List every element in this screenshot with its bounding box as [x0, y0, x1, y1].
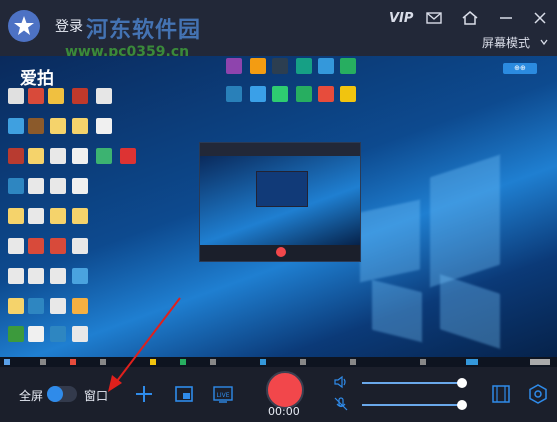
desktop-icon[interactable]: [50, 268, 66, 284]
desktop-icon[interactable]: [226, 58, 242, 74]
light-beam: [360, 199, 420, 283]
desktop-icon[interactable]: [250, 58, 266, 74]
desktop-icon[interactable]: [50, 148, 66, 164]
taskbar-icon[interactable]: [350, 359, 356, 365]
desktop-icon[interactable]: [340, 58, 356, 74]
close-icon[interactable]: [531, 9, 549, 27]
desktop-icon[interactable]: [72, 208, 88, 224]
desktop-icon[interactable]: [226, 86, 242, 102]
desktop-icon[interactable]: [72, 268, 88, 284]
live-icon[interactable]: LIVE: [212, 383, 234, 405]
settings-icon[interactable]: [527, 383, 549, 405]
avatar[interactable]: [8, 10, 40, 42]
taskbar-icon[interactable]: [4, 359, 10, 365]
taskbar-icon[interactable]: [70, 359, 76, 365]
microphone-volume-slider[interactable]: [362, 404, 465, 406]
watermark-title: 河东软件园: [86, 18, 202, 43]
desktop-icon[interactable]: [28, 118, 44, 134]
light-beam: [430, 154, 500, 288]
toggle-knob: [47, 386, 63, 402]
desktop-icon[interactable]: [28, 88, 44, 104]
svg-text:LIVE: LIVE: [216, 392, 229, 399]
taskbar-icon[interactable]: [466, 359, 478, 365]
light-beam: [440, 274, 500, 349]
desktop-icon[interactable]: [8, 118, 24, 134]
taskbar-icon[interactable]: [300, 359, 306, 365]
desktop-icon[interactable]: [8, 238, 24, 254]
desktop-icon[interactable]: [28, 148, 44, 164]
desktop-icon[interactable]: [72, 118, 88, 134]
desktop-icon[interactable]: [120, 148, 136, 164]
chevron-down-icon[interactable]: [540, 38, 548, 46]
vip-button[interactable]: VIP: [389, 11, 413, 26]
desktop-icon[interactable]: [28, 178, 44, 194]
desktop-icon[interactable]: [96, 148, 112, 164]
taskbar-icon[interactable]: [210, 359, 216, 365]
taskbar-icon[interactable]: [260, 359, 266, 365]
nested-record-dot: [276, 247, 286, 257]
speaker-volume-thumb[interactable]: [456, 378, 467, 388]
desktop-icon[interactable]: [8, 148, 24, 164]
desktop-icon[interactable]: [8, 326, 24, 342]
home-icon[interactable]: [461, 9, 479, 27]
desktop-icon[interactable]: [50, 298, 66, 314]
nested-inner-window: [256, 171, 308, 207]
desktop-icon[interactable]: [340, 86, 356, 102]
status-badge: ⊕⊕: [503, 63, 537, 74]
star-icon: [14, 16, 34, 35]
speaker-icon[interactable]: [333, 374, 349, 390]
desktop-icon[interactable]: [8, 178, 24, 194]
desktop-icon[interactable]: [50, 208, 66, 224]
video-list-icon[interactable]: [490, 383, 512, 405]
microphone-muted-icon[interactable]: [333, 396, 349, 412]
desktop-icon[interactable]: [250, 86, 266, 102]
light-beam: [372, 279, 422, 343]
desktop-icon[interactable]: [72, 238, 88, 254]
desktop-icon[interactable]: [272, 86, 288, 102]
taskbar-icon[interactable]: [420, 359, 426, 365]
desktop-icon[interactable]: [28, 268, 44, 284]
desktop-icon[interactable]: [28, 238, 44, 254]
desktop-icon[interactable]: [50, 178, 66, 194]
desktop-icon[interactable]: [28, 298, 44, 314]
screen-mode-dropdown[interactable]: 屏幕模式: [482, 34, 530, 51]
nested-title-bar: [200, 143, 360, 156]
desktop-icon[interactable]: [28, 208, 44, 224]
taskbar-clock: [530, 359, 550, 365]
desktop-icon[interactable]: [72, 88, 88, 104]
minimize-icon[interactable]: [497, 9, 515, 27]
mail-icon[interactable]: [425, 9, 443, 27]
record-timer: 00:00: [268, 405, 300, 418]
mode-toggle[interactable]: [47, 386, 77, 402]
desktop-icon[interactable]: [72, 298, 88, 314]
desktop-icon[interactable]: [8, 208, 24, 224]
desktop-icon[interactable]: [8, 88, 24, 104]
speaker-volume-slider[interactable]: [362, 382, 465, 384]
fullscreen-label[interactable]: 全屏: [19, 387, 43, 404]
desktop-icon[interactable]: [8, 298, 24, 314]
microphone-volume-thumb[interactable]: [456, 400, 467, 410]
desktop-icon[interactable]: [318, 86, 334, 102]
desktop-icon[interactable]: [72, 148, 88, 164]
desktop-icon[interactable]: [96, 88, 112, 104]
desktop-icon[interactable]: [72, 326, 88, 342]
desktop-icon[interactable]: [318, 58, 334, 74]
app-name-label: 爱拍: [20, 69, 54, 89]
desktop-icon[interactable]: [50, 118, 66, 134]
desktop-icon[interactable]: [296, 58, 312, 74]
desktop-icon[interactable]: [28, 326, 44, 342]
desktop-icon[interactable]: [50, 326, 66, 342]
login-link[interactable]: 登录: [55, 16, 83, 36]
desktop-icon[interactable]: [48, 88, 64, 104]
desktop-icon[interactable]: [96, 118, 112, 134]
nested-preview-window: [199, 142, 361, 262]
desktop-icon[interactable]: [272, 58, 288, 74]
taskbar-icon[interactable]: [40, 359, 46, 365]
desktop-icon[interactable]: [8, 268, 24, 284]
annotation-arrow: [108, 297, 181, 392]
record-button[interactable]: [266, 371, 304, 409]
desktop-icon[interactable]: [72, 178, 88, 194]
desktop-icon[interactable]: [50, 238, 66, 254]
desktop-icon[interactable]: [296, 86, 312, 102]
